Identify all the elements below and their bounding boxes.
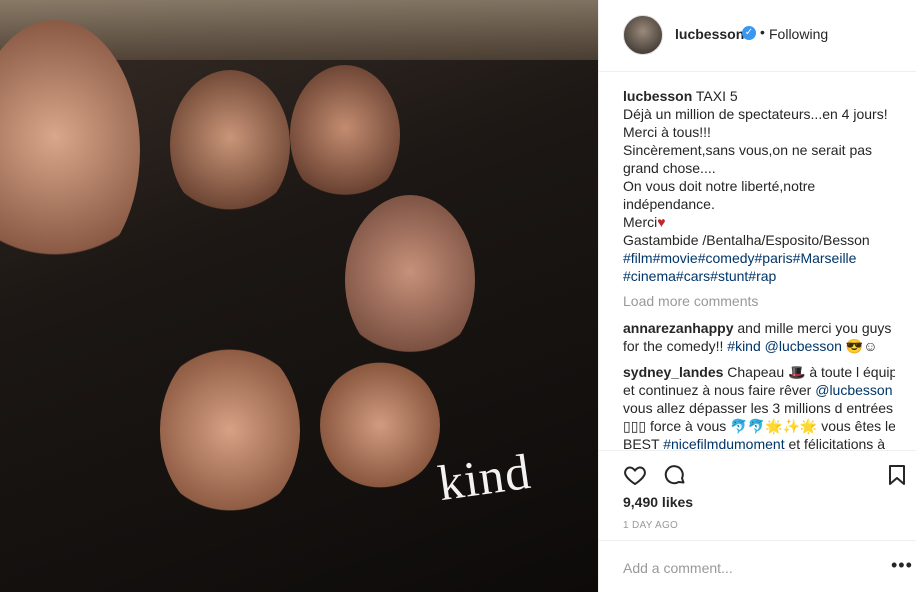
more-options-icon[interactable]: ••• bbox=[891, 555, 913, 576]
hashtag-link[interactable]: #paris bbox=[755, 250, 793, 266]
action-bar bbox=[599, 450, 916, 496]
add-comment-bar: Add a comment... ••• bbox=[599, 540, 916, 592]
caption-line: Déjà un million de spectateurs...en 4 jo… bbox=[623, 106, 888, 122]
comment-text: ▯▯▯ force à vous 🐬🐬🌟✨🌟 vous êtes le bbox=[623, 418, 895, 434]
caption-line: On vous doit notre liberté,notre bbox=[623, 178, 816, 194]
comment: sydney_landes Chapeau 🎩 à toute l équipe… bbox=[623, 363, 895, 449]
separator: • bbox=[760, 24, 765, 40]
hashtag-link[interactable]: #kind bbox=[727, 338, 760, 354]
avatar[interactable] bbox=[623, 15, 663, 55]
caption-line: Merci à tous!!! bbox=[623, 124, 711, 140]
comment-text: et félicitations à bbox=[784, 436, 885, 449]
following-button[interactable]: Following bbox=[769, 26, 828, 42]
hashtag-link[interactable]: #rap bbox=[748, 268, 776, 284]
timestamp[interactable]: 1 DAY AGO bbox=[623, 520, 678, 531]
bookmark-icon[interactable] bbox=[885, 463, 909, 487]
post-photo[interactable]: kind bbox=[0, 0, 598, 592]
comment-text: for the comedy!! bbox=[623, 338, 728, 354]
comment-input[interactable]: Add a comment... bbox=[623, 560, 733, 576]
hashtag-link[interactable]: #stunt bbox=[710, 268, 748, 284]
hand bbox=[160, 340, 300, 520]
hashtag-link[interactable]: #cinema bbox=[623, 268, 676, 284]
comment-text: vous allez dépasser les 3 millions d ent… bbox=[623, 400, 894, 416]
hashtag-link[interactable]: #film bbox=[623, 250, 653, 266]
comment-text: et continuez à nous faire rêver bbox=[623, 382, 816, 398]
mention-link[interactable]: @lucbesson bbox=[815, 382, 892, 398]
load-more-comments-button[interactable]: Load more comments bbox=[623, 292, 895, 310]
comment-username[interactable]: annarezanhappy bbox=[623, 320, 733, 336]
hashtag-link[interactable]: #nicefilmdumoment bbox=[663, 436, 784, 449]
caption-line: Gastambide /Bentalha/Esposito/Besson bbox=[623, 232, 870, 248]
comment: annarezanhappy and mille merci you guys … bbox=[623, 319, 895, 355]
verified-badge-icon: ✓ bbox=[742, 26, 756, 40]
person-face bbox=[290, 65, 400, 205]
caption: lucbesson TAXI 5 Déjà un million de spec… bbox=[623, 87, 895, 285]
person-face bbox=[345, 195, 475, 365]
caption-line: Merci bbox=[623, 214, 658, 230]
comment-text: BEST bbox=[623, 436, 664, 449]
hashtag-link[interactable]: #movie bbox=[653, 250, 698, 266]
hashtags-line: #cinema#cars#stunt#rap bbox=[623, 267, 895, 285]
mention-link[interactable]: @lucbesson bbox=[765, 338, 842, 354]
caption-username[interactable]: lucbesson bbox=[623, 88, 692, 104]
caption-line: grand chose.... bbox=[623, 160, 716, 176]
hashtag-link[interactable]: #Marseille bbox=[793, 250, 857, 266]
heart-emoji: ♥ bbox=[657, 214, 666, 230]
shirt-print: kind bbox=[434, 442, 535, 512]
likes-count[interactable]: 9,490 likes bbox=[623, 494, 693, 510]
header-username[interactable]: lucbesson bbox=[675, 26, 744, 42]
post-panel: lucbesson ✓ • Following lucbesson TAXI 5… bbox=[598, 0, 916, 592]
person-face bbox=[170, 70, 290, 220]
hashtags-line: #film#movie#comedy#paris#Marseille bbox=[623, 249, 895, 267]
heart-outline-icon[interactable] bbox=[623, 463, 647, 487]
caption-line: Sincèrement,sans vous,on ne serait pas bbox=[623, 142, 873, 158]
post-header: lucbesson ✓ • Following bbox=[599, 0, 916, 72]
comments-list[interactable]: lucbesson TAXI 5 Déjà un million de spec… bbox=[623, 87, 895, 449]
comment-username[interactable]: sydney_landes bbox=[623, 364, 723, 380]
caption-text: TAXI 5 bbox=[695, 88, 738, 104]
comment-text: and mille merci you guys bbox=[733, 320, 892, 336]
speech-bubble-icon[interactable] bbox=[663, 463, 687, 487]
comment-emoji: 😎☺ bbox=[841, 338, 878, 354]
hashtag-link[interactable]: #comedy bbox=[698, 250, 755, 266]
hand bbox=[320, 360, 440, 490]
comment-text: Chapeau 🎩 à toute l équipe bbox=[723, 364, 895, 380]
hashtag-link[interactable]: #cars bbox=[676, 268, 710, 284]
caption-line: indépendance. bbox=[623, 196, 715, 212]
